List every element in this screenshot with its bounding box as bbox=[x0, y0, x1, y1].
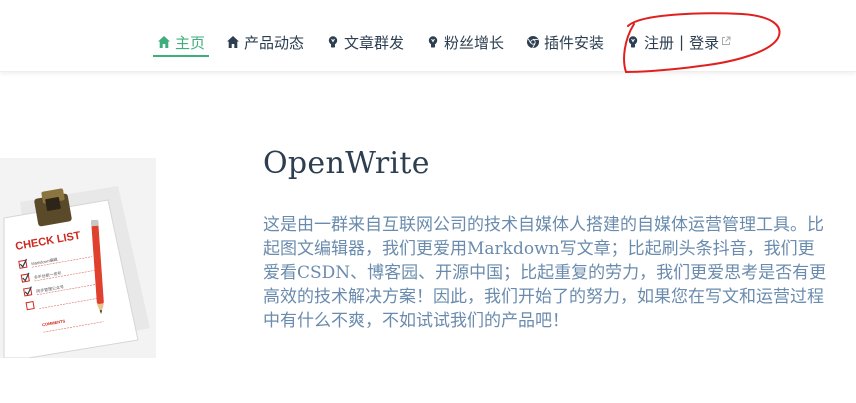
nav-home-label: 主页 bbox=[175, 33, 206, 52]
nav-item-home[interactable]: 主页 bbox=[152, 30, 210, 57]
nav-article-distribution-label: 文章群发 bbox=[344, 33, 405, 52]
nav-separator: | bbox=[679, 33, 685, 51]
nav-item-product-news[interactable]: 产品动态 bbox=[226, 30, 304, 54]
nav-item-article-distribution[interactable]: 文章群发 bbox=[326, 30, 404, 54]
register-link[interactable]: 注册 bbox=[644, 32, 674, 53]
checklist-illustration: CHECK LIST Markdown编辑 多平台统一发布 同步管理公众号 CO… bbox=[0, 158, 156, 358]
bulb-icon bbox=[626, 35, 640, 49]
navbar: 主页 产品动态 文章群发 粉丝增长 插件安装 注册 | 登录 bbox=[0, 0, 856, 72]
chrome-icon bbox=[526, 35, 540, 49]
external-link-icon bbox=[721, 36, 731, 46]
bulb-icon bbox=[426, 35, 440, 49]
home-icon bbox=[157, 35, 171, 49]
nav-item-fan-growth[interactable]: 粉丝增长 bbox=[426, 30, 504, 54]
bulb-icon bbox=[326, 35, 340, 49]
hero-title: OpenWrite bbox=[263, 146, 430, 181]
nav-item-account: 注册 | 登录 bbox=[626, 30, 731, 54]
nav-fan-growth-label: 粉丝增长 bbox=[444, 33, 505, 52]
nav-product-news-label: 产品动态 bbox=[244, 33, 305, 52]
home-icon bbox=[226, 35, 240, 49]
nav-plugin-install-label: 插件安装 bbox=[544, 33, 605, 52]
nav-item-plugin-install[interactable]: 插件安装 bbox=[526, 30, 604, 54]
login-link[interactable]: 登录 bbox=[689, 32, 719, 53]
hero-description: 这是由一群来自互联网公司的技术自媒体人搭建的自媒体运营管理工具。比起图文编辑器，… bbox=[263, 215, 827, 331]
